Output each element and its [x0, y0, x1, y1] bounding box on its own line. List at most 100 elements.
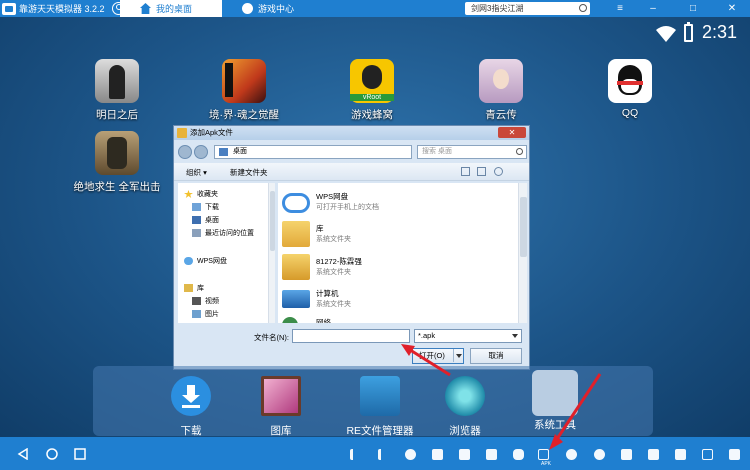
dock-app-browser[interactable]: 浏览器: [430, 376, 500, 438]
volume-up-icon[interactable]: [378, 449, 389, 460]
back-triangle-icon[interactable]: [17, 448, 29, 460]
dock-label: 下载: [180, 425, 202, 437]
app-qingyunzhuan[interactable]: 青云传: [461, 59, 541, 122]
new-folder-button[interactable]: 新建文件夹: [230, 167, 268, 178]
app-label: 青云传: [485, 109, 517, 121]
app-qq[interactable]: QQ: [590, 59, 670, 119]
multi-window-icon[interactable]: [648, 449, 659, 460]
home-circle-icon[interactable]: [46, 448, 58, 460]
install-apk-icon[interactable]: [538, 449, 549, 460]
nav-favorites[interactable]: 收藏夹: [184, 189, 218, 199]
help-icon[interactable]: [494, 167, 503, 176]
file-list: WPS网盘 可打开手机上的文档 库 系统文件夹 81272-陈霖强 系统文件夹 …: [278, 183, 518, 323]
nav-desktop[interactable]: 桌面: [192, 215, 219, 225]
network-icon: [282, 317, 298, 323]
file-item-network[interactable]: 网络: [282, 313, 502, 323]
youxifengwo-icon: vRoot: [350, 59, 394, 103]
system-tools-folder-icon: [532, 370, 578, 416]
trash-icon[interactable]: [459, 449, 470, 460]
file-name: WPS网盘: [316, 192, 349, 201]
app-bleach[interactable]: 境·界·魂之觉醒: [204, 59, 284, 122]
filename-label: 文件名(N):: [254, 333, 289, 342]
tab-game-center[interactable]: 游戏中心: [222, 0, 324, 17]
menu-button[interactable]: ≡: [610, 0, 630, 17]
dialog-toolbar: 组织 ▾ 新建文件夹: [174, 163, 529, 181]
close-button[interactable]: ✕: [722, 0, 742, 17]
nav-pictures[interactable]: 图片: [192, 309, 219, 319]
recent-apps-icon[interactable]: [74, 448, 86, 460]
open-button[interactable]: 打开(O): [412, 348, 464, 364]
dock-app-system-tools[interactable]: 系统工具: [520, 370, 590, 432]
dock-label: RE文件管理器: [346, 425, 414, 437]
apk-label: APK: [541, 461, 552, 467]
dialog-search-input[interactable]: 搜索 桌面: [417, 145, 527, 159]
nav-downloads[interactable]: 下载: [192, 202, 219, 212]
keyboard-icon[interactable]: [486, 449, 497, 460]
download-folder-icon: [192, 203, 201, 211]
dialog-close-button[interactable]: ✕: [498, 127, 526, 138]
app-youxifengwo[interactable]: vRoot 游戏蜂窝: [332, 59, 412, 122]
preview-pane-icon[interactable]: [477, 167, 486, 176]
dialog-title: 添加Apk文件: [190, 128, 233, 137]
dock-app-download[interactable]: 下载: [156, 376, 226, 438]
bleach-icon: [222, 59, 266, 103]
file-item-library[interactable]: 库 系统文件夹: [282, 219, 502, 253]
scrollbar-thumb[interactable]: [520, 197, 527, 257]
tab-my-desktop[interactable]: 我的桌面: [120, 0, 222, 17]
file-item-user[interactable]: 81272-陈霖强 系统文件夹: [282, 252, 502, 286]
cancel-button[interactable]: 取消: [470, 348, 522, 364]
view-options-icon[interactable]: [461, 167, 470, 176]
nav-label: 最近访问的位置: [205, 230, 254, 237]
screen-record-icon[interactable]: [594, 449, 605, 460]
gallery-icon: [261, 376, 301, 416]
nav-wps[interactable]: WPS网盘: [184, 256, 227, 266]
location-icon[interactable]: [566, 449, 577, 460]
nav-recent[interactable]: 最近访问的位置: [192, 228, 254, 238]
maximize-button[interactable]: □: [683, 0, 703, 17]
gamepad-icon[interactable]: [405, 449, 416, 460]
app-mingrizhihou[interactable]: 明日之后: [77, 59, 157, 122]
nav-library[interactable]: 库: [184, 283, 204, 293]
search-placeholder: 搜索 桌面: [422, 148, 452, 155]
nav-scrollbar[interactable]: [268, 183, 275, 323]
folder-share-icon[interactable]: [621, 449, 632, 460]
dock-app-gallery[interactable]: 图库: [246, 376, 316, 438]
file-list-scrollbar[interactable]: [518, 183, 527, 323]
rotate-screen-icon[interactable]: [675, 449, 686, 460]
fullscreen-icon[interactable]: [702, 449, 713, 460]
cloud-icon: [282, 193, 310, 213]
wifi-icon: [656, 26, 676, 42]
nav-videos[interactable]: 视频: [192, 296, 219, 306]
app-label: 绝地求生 全军出击: [73, 181, 161, 193]
app-pubg[interactable]: 绝地求生 全军出击: [74, 131, 160, 194]
open-label: 打开(O): [419, 351, 445, 360]
back-arrow-icon[interactable]: [178, 145, 192, 159]
home-icon: [140, 3, 151, 14]
dialog-titlebar: 添加Apk文件 ✕: [174, 126, 529, 140]
scrollbar-thumb[interactable]: [270, 191, 275, 251]
forward-arrow-icon[interactable]: [194, 145, 208, 159]
nav-label: 库: [197, 285, 204, 292]
minimize-button[interactable]: –: [643, 0, 663, 17]
add-apk-file-dialog: 添加Apk文件 ✕ 桌面 搜索 桌面 组织 ▾ 新建文件夹 收藏夹 下载 桌面 …: [173, 125, 530, 370]
game-center-icon: [242, 3, 253, 14]
filetype-select[interactable]: *.apk: [414, 329, 522, 343]
volume-down-icon[interactable]: [350, 449, 361, 460]
file-desc: 系统文件夹: [316, 269, 351, 276]
file-name: 网络: [316, 318, 331, 323]
filename-input[interactable]: [292, 329, 410, 343]
screenshot-icon[interactable]: [432, 449, 443, 460]
download-icon: [171, 376, 211, 416]
dock-app-re-file-manager[interactable]: RE文件管理器: [337, 376, 423, 438]
game-search-input[interactable]: 剑网3指尖江湖: [465, 2, 590, 15]
organize-button[interactable]: 组织 ▾: [186, 167, 207, 178]
file-item-wps[interactable]: WPS网盘 可打开手机上的文档: [282, 187, 502, 221]
search-icon[interactable]: [579, 4, 587, 12]
address-bar[interactable]: 桌面: [214, 145, 412, 159]
cloud-icon: [184, 257, 193, 265]
file-desc: 系统文件夹: [316, 236, 351, 243]
tab-label: 游戏中心: [258, 4, 295, 14]
more-options-icon[interactable]: [729, 449, 740, 460]
shake-icon[interactable]: [513, 449, 524, 460]
chevron-down-icon[interactable]: [453, 349, 463, 362]
